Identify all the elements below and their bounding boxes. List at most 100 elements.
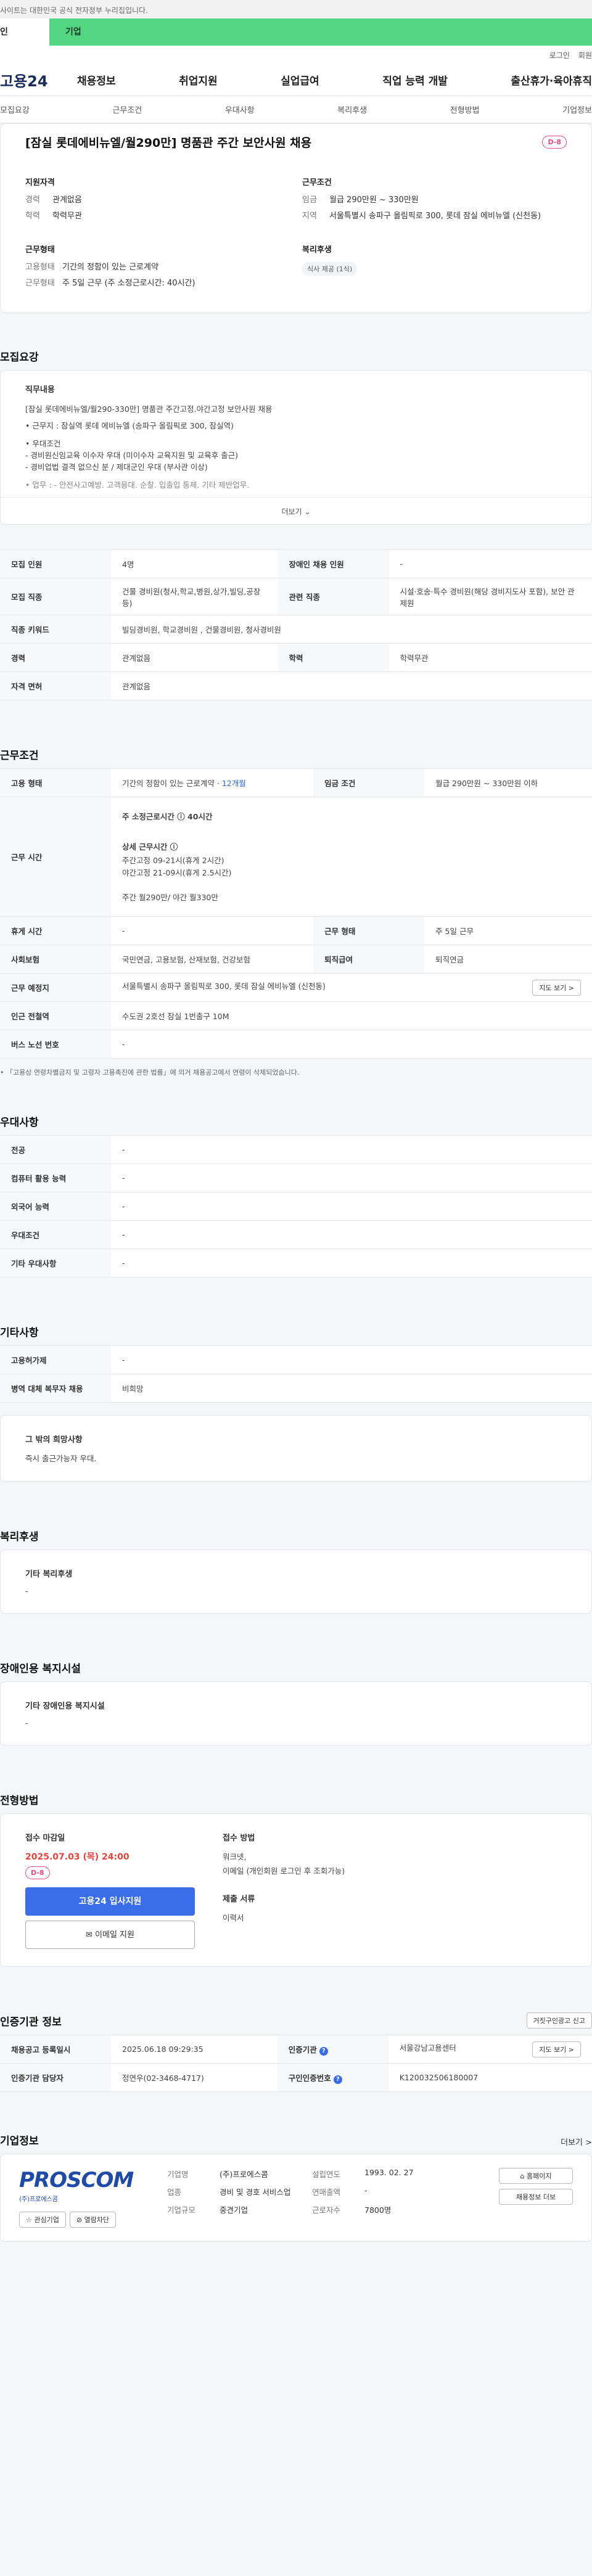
signup-link[interactable]: 회원 xyxy=(578,50,592,60)
report-fake-ad-button[interactable]: 거짓구인광고 신고 xyxy=(526,2012,592,2028)
kv-value: 서울특별시 송파구 올림픽로 300, 롯데 잠실 에비뉴엘 (신천동) xyxy=(329,211,541,221)
apply-button[interactable]: 고용24 입사지원 xyxy=(25,1887,195,1916)
gnb-item-leave[interactable]: 출산휴가·육아휴직 xyxy=(511,72,592,88)
table-row: 버스 노선 번호 - xyxy=(0,1030,592,1059)
table-value: 수도권 2호선 잠실 1번출구 10M xyxy=(111,1001,592,1030)
section-title-disabled: 장애인용 복지시설 xyxy=(0,1663,81,1675)
kv-value: 주 5일 근무 (주 소정근로시간: 40시간) xyxy=(62,279,195,288)
map-button[interactable]: 지도 보기 > xyxy=(532,2041,581,2057)
age-note: • 「고용상 연령차별금지 및 고령자 고용촉진에 관한 법률」에 의거 채용공… xyxy=(0,1069,300,1077)
cert-agency-label: 인증기관 xyxy=(288,2045,317,2054)
company-value: 1993. 02. 27 xyxy=(364,2168,414,2177)
detail-line: • 근무지 : 잠실역 롯데 에비뉴엘 (송파구 올림픽로 300, 잠실역) xyxy=(25,421,234,430)
gnb-item-support[interactable]: 취업지원 xyxy=(179,72,218,88)
table-row: 근무 예정지 서울특별시 송파구 올림픽로 300, 롯데 잠실 에비뉴엘 (신… xyxy=(0,973,592,1002)
qualification-block: 지원자격 경력 관계없음 학력 학력무관 xyxy=(25,176,290,227)
etc-table: 고용허가제 - 병역 대체 복무자 채용 비희망 xyxy=(0,1345,592,1403)
table-key: 근무 시간 xyxy=(0,797,111,917)
table-key: 학력 xyxy=(278,643,389,672)
welfare-block: 복리후생 식사 제공 (1식) xyxy=(302,243,567,294)
hours-line: 주간고정 09-21시(휴게 2시간) xyxy=(122,855,224,865)
cert-number-label: 구인인증번호 xyxy=(288,2073,331,2083)
homepage-button[interactable]: ⌂ 홈페이지 xyxy=(499,2168,573,2184)
help-icon[interactable]: ? xyxy=(333,2075,342,2084)
help-icon[interactable]: ? xyxy=(319,2046,328,2056)
wish-value: 즉시 출근가능자 우대. xyxy=(25,1454,97,1463)
docs-label: 제출 서류 xyxy=(223,1895,255,1904)
table-key: 직종 키워드 xyxy=(0,615,111,644)
table-value: 4명 xyxy=(111,549,278,578)
table-row: 모집 인원 4명 장애인 채용 인원 - xyxy=(0,549,592,578)
table-key: 고용 형태 xyxy=(0,768,111,797)
wish-title: 그 밖의 희망사항 xyxy=(25,1435,83,1445)
kv-key: 학력 xyxy=(25,211,40,221)
table-row: 우대조건 - xyxy=(0,1220,592,1249)
table-key: 채용공고 등록일시 xyxy=(0,2035,111,2064)
table-value: 서울강남고용센터 지도 보기 > xyxy=(388,2035,592,2064)
subnav-screening[interactable]: 전형방법 xyxy=(450,104,480,115)
dday-badge: D-8 xyxy=(542,135,567,149)
kv-key: 지역 xyxy=(302,211,317,221)
disabled-box: 기타 장애인용 복지시설 - xyxy=(0,1681,592,1745)
company-more-link[interactable]: 더보기 > xyxy=(561,2136,592,2147)
table-value: 시설·호송·특수 경비원(해당 경비지도사 포함), 보안 관제원 xyxy=(388,578,592,615)
table-row: 자격 면허 관계없음 xyxy=(0,671,592,700)
job-detail-title: 직무내용 xyxy=(25,385,55,395)
table-row: 고용 형태 기간의 정함이 있는 근로계약 · 12개월 임금 조건 월급 29… xyxy=(0,768,592,797)
employment-type-value: 기간의 정함이 있는 근로계약 · xyxy=(122,779,222,788)
email-apply-button[interactable]: ✉ 이메일 지원 xyxy=(25,1921,195,1949)
table-value: 서울특별시 송파구 올림픽로 300, 롯데 잠실 에비뉴엘 (신천동) 지도 … xyxy=(111,973,592,1002)
subnav-recruit[interactable]: 모집요강 xyxy=(0,104,30,115)
table-value: 학력무관 xyxy=(388,643,592,672)
table-key: 컴퓨터 활용 능력 xyxy=(0,1163,111,1192)
login-link[interactable]: 로그인 xyxy=(549,50,570,60)
subnav-welfare[interactable]: 복리후생 xyxy=(337,104,367,115)
deadline-value: 2025.07.03 (목) 24:00 xyxy=(25,1852,130,1862)
kv-key: 경력 xyxy=(25,195,40,205)
welfare-chip: 식사 제공 (1식) xyxy=(302,262,358,276)
gov-notice: 사이트는 대한민국 공식 전자정부 누리집입니다. xyxy=(0,6,148,15)
site-logo[interactable]: 고용24 xyxy=(0,69,77,91)
table-value: 국민연금, 고용보험, 산재보험, 건강보험 xyxy=(111,945,314,974)
kv-value: 월급 290만원 ~ 330만원 xyxy=(329,195,419,205)
subnav-company[interactable]: 기업정보 xyxy=(562,104,592,115)
subnav-preference[interactable]: 우대사항 xyxy=(225,104,255,115)
more-jobs-button[interactable]: 채용정보 더보 xyxy=(499,2189,573,2205)
tab-personal[interactable]: 인 xyxy=(0,18,49,46)
company-key: 기업명 xyxy=(167,2170,189,2179)
table-value: - xyxy=(111,916,314,945)
table-value: 2025.06.18 09:29:35 xyxy=(111,2035,278,2064)
section-title-preference: 우대사항 xyxy=(0,1117,39,1129)
hours-line: 주간 월290만/ 야간 월330만 xyxy=(122,892,218,902)
gnb-item-training[interactable]: 직업 능력 개발 xyxy=(382,72,448,88)
disabled-box-title: 기타 장애인용 복지시설 xyxy=(25,1702,105,1711)
gnb-item-jobs[interactable]: 채용정보 xyxy=(77,72,116,88)
method-label: 접수 방법 xyxy=(223,1834,255,1843)
table-row: 사회보험 국민연금, 고용보험, 산재보험, 건강보험 퇴직급여 퇴직연금 xyxy=(0,945,592,974)
table-value: - xyxy=(111,1135,592,1164)
hours-main: 주 소정근로시간 ⓘ 40시간 xyxy=(122,811,213,821)
topbar: 사이트는 대한민국 공식 전자정부 누리집입니다. xyxy=(0,0,592,18)
subnav-work[interactable]: 근무조건 xyxy=(112,104,142,115)
more-button[interactable]: 더보기 ⌄ xyxy=(1,497,591,524)
company-value: - xyxy=(364,2186,368,2195)
table-key: 휴게 시간 xyxy=(0,916,111,945)
block-company-button[interactable]: ⊘ 열람차단 xyxy=(69,2212,117,2228)
company-value: 경비 및 경호 서비스업 xyxy=(220,2188,291,2197)
table-value: K120032506180007 xyxy=(388,2063,592,2092)
gnb-menu: 채용정보 취업지원 실업급여 직업 능력 개발 출산휴가·육아휴직 xyxy=(77,72,592,88)
table-key: 인근 전철역 xyxy=(0,1001,111,1030)
detail-line: - 경비업법 결격 없으신 분 / 제대군인 우대 (부사관 이상) xyxy=(25,462,208,472)
favorite-company-button[interactable]: ☆ 관심기업 xyxy=(19,2212,66,2228)
gnb-item-benefit[interactable]: 실업급여 xyxy=(281,72,319,88)
table-value: - xyxy=(111,1345,592,1374)
table-row: 직종 키워드 빌딩경비원, 학교경비원 , 건물경비원, 청사경비원 xyxy=(0,615,592,644)
company-card: PROSCOM (주)프로에스콤 ☆ 관심기업 ⊘ 열람차단 기업명 (주)프로에… xyxy=(0,2154,592,2242)
table-key: 전공 xyxy=(0,1135,111,1164)
map-button[interactable]: 지도 보기 > xyxy=(532,979,581,996)
table-row: 전공 - xyxy=(0,1135,592,1164)
kv-value: 기간의 정함이 있는 근로계약 xyxy=(62,263,158,272)
global-nav: 고용24 채용정보 취업지원 실업급여 직업 능력 개발 출산휴가·육아휴직 xyxy=(0,64,592,96)
table-row: 기타 우대사항 - xyxy=(0,1249,592,1278)
tab-company[interactable]: 기업 xyxy=(49,18,592,46)
